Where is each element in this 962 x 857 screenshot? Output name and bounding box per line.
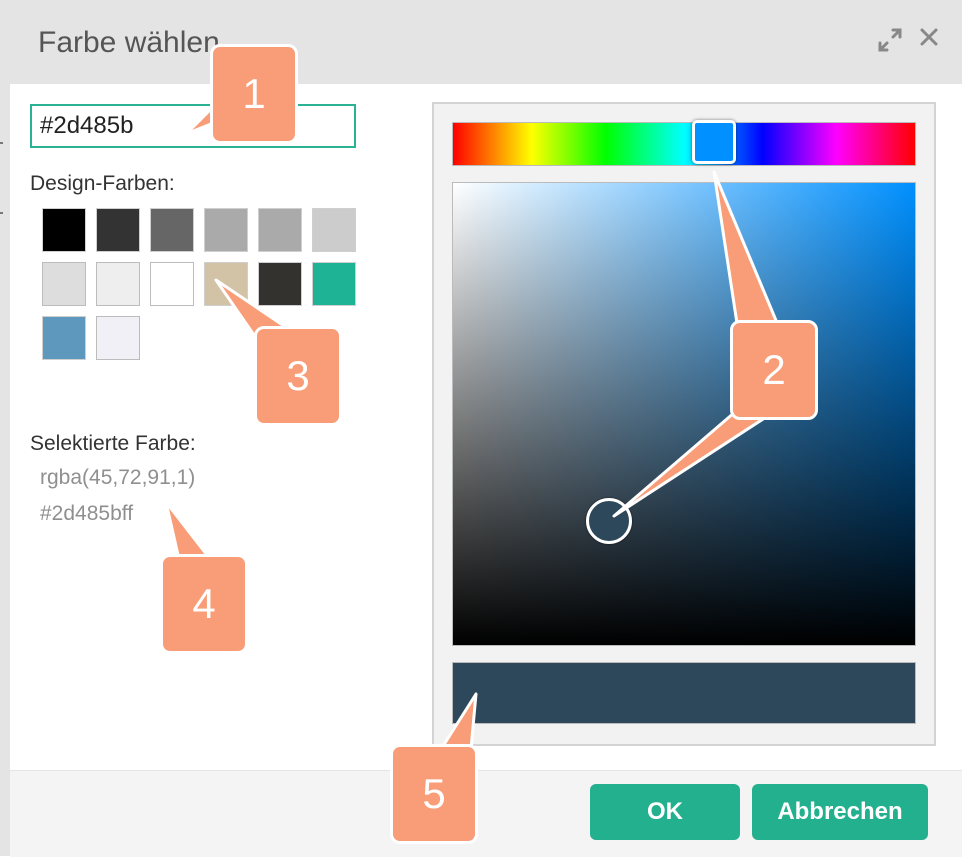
callout-2-pointer [712, 170, 782, 332]
callout-badge-2: 2 [730, 320, 818, 420]
callout-badge-5: 5 [390, 744, 478, 844]
callout-badge-1: 1 [210, 44, 298, 144]
callout-badge-3: 3 [254, 326, 342, 426]
callout-pointers [164, 96, 782, 762]
annotation-callouts: 1 2 3 4 5 [0, 0, 962, 856]
callout-badge-4: 4 [160, 554, 248, 654]
